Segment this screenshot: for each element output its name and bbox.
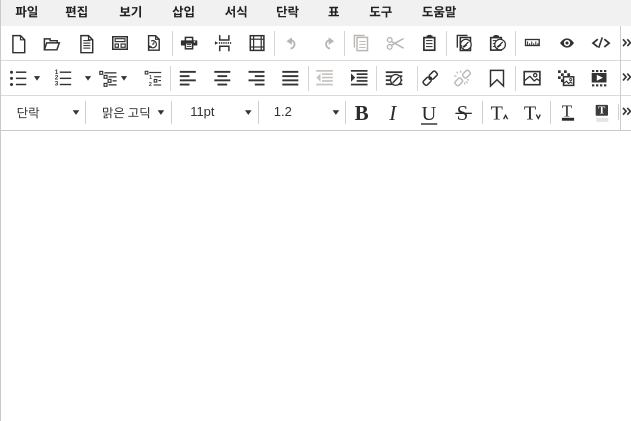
svg-text:T: T (562, 102, 573, 121)
svg-text:1: 1 (149, 75, 152, 81)
svg-text:B: B (355, 101, 369, 125)
svg-text:T: T (491, 103, 503, 125)
svg-text:U: U (422, 103, 437, 125)
svg-text:T: T (598, 106, 605, 117)
svg-text:T: T (524, 103, 536, 125)
svg-text:3: 3 (55, 81, 59, 88)
svg-text:1.2: 1.2 (274, 104, 292, 119)
svg-text:2: 2 (149, 82, 152, 88)
svg-text:11pt: 11pt (190, 104, 215, 119)
svg-text:I: I (388, 101, 397, 125)
